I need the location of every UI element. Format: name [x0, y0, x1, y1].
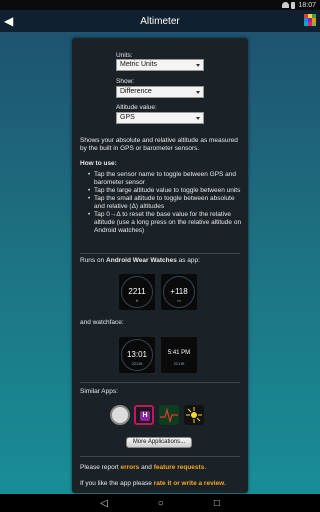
show-value: Difference — [120, 88, 152, 95]
report-prefix: Please report — [80, 464, 121, 471]
watch-unit: ft — [135, 298, 139, 303]
show-label: Show: — [116, 78, 135, 85]
back-nav-icon[interactable]: ◁ — [100, 498, 108, 509]
chevron-down-icon — [196, 64, 200, 67]
howto-list: Tap the sensor name to toggle between GP… — [88, 171, 242, 235]
h-icon: H — [140, 411, 150, 421]
report-and: and — [139, 464, 154, 471]
chevron-down-icon — [196, 117, 200, 120]
watchface-label: and watchface: — [80, 319, 124, 326]
list-item: Tap the large altitude value to toggle b… — [88, 187, 242, 195]
wear-prefix: Runs on — [80, 257, 107, 264]
chevron-down-icon — [196, 91, 200, 94]
rate-text: If you like the app please rate it or wr… — [80, 480, 242, 488]
wifi-icon — [282, 2, 290, 8]
page-title: Altimeter — [140, 15, 180, 27]
list-item: Tap the small altitude to toggle between… — [88, 195, 242, 211]
compass-app-icon[interactable] — [110, 405, 130, 425]
description: Shows your absolute and relative altitud… — [80, 137, 238, 152]
watchface-screenshot-2: 5:41 PM 2211ft — [161, 337, 197, 373]
similar-apps-label: Similar Apps: — [80, 388, 118, 395]
navigation-bar: ◁ ○ □ — [0, 494, 320, 512]
sun-app-icon[interactable] — [184, 405, 204, 425]
altitude-value: GPS — [120, 114, 135, 121]
wear-intro: Runs on Android Wear Watches as app: — [80, 257, 242, 265]
home-nav-icon[interactable]: ○ — [158, 498, 164, 509]
show-select[interactable]: Difference — [116, 86, 204, 98]
wear-suffix: as app: — [176, 257, 200, 264]
watch-time: 13:01 — [126, 350, 148, 359]
errors-link[interactable]: errors — [120, 464, 139, 471]
status-time: 18:07 — [298, 1, 316, 9]
units-value: Metric Units — [120, 61, 157, 68]
watch-sub: 2211ft — [173, 361, 185, 366]
heart-rate-app-icon[interactable]: H — [134, 405, 154, 425]
recents-nav-icon[interactable]: □ — [214, 498, 220, 509]
watch-unit: m — [177, 298, 181, 303]
sun-icon — [186, 407, 202, 423]
status-bar: 18:07 — [0, 0, 320, 10]
watch-time: 5:41 PM — [167, 350, 191, 356]
rate-link[interactable]: rate it or write a review — [154, 480, 224, 487]
altitude-select[interactable]: GPS — [116, 112, 204, 124]
report-suffix: . — [204, 464, 207, 471]
more-applications-button[interactable]: More Applications... — [126, 437, 192, 448]
status-icons — [282, 1, 296, 9]
altitude-label: Altitude value: — [116, 104, 157, 111]
howto-title: How to use: — [80, 160, 117, 167]
list-item: Tap the sensor name to toggle between GP… — [88, 171, 242, 187]
battery-icon — [291, 1, 296, 9]
action-bar: ◀ Altimeter — [0, 10, 320, 32]
watch-value: 2211 — [128, 287, 146, 296]
watch-app-screenshot-1: 2211 ft — [119, 274, 155, 310]
list-item: Tap 0→Δ to reset the base value for the … — [88, 211, 242, 235]
wear-brand: Android Wear Watches — [106, 257, 177, 264]
back-arrow-icon[interactable]: ◀ — [4, 14, 18, 28]
heartbeat-app-icon[interactable] — [159, 405, 179, 425]
divider — [80, 456, 240, 457]
units-label: Units: — [116, 52, 133, 59]
units-select[interactable]: Metric Units — [116, 59, 204, 71]
watchface-screenshot-1: 13:01 2211ft — [119, 337, 155, 373]
divider — [80, 253, 240, 254]
pulse-icon — [160, 407, 178, 424]
report-text: Please report errors and feature request… — [80, 464, 242, 472]
content-card: Units: Metric Units Show: Difference Alt… — [72, 38, 248, 493]
app-logo-icon[interactable] — [304, 14, 316, 26]
like-prefix: If you like the app please — [80, 480, 154, 487]
divider — [80, 382, 240, 383]
like-suffix: . — [224, 480, 226, 487]
watch-value: +118 — [170, 287, 188, 296]
feature-requests-link[interactable]: feature requests — [154, 464, 205, 471]
watch-app-screenshot-2: +118 m — [161, 274, 197, 310]
watch-sub: 2211ft — [131, 361, 143, 366]
